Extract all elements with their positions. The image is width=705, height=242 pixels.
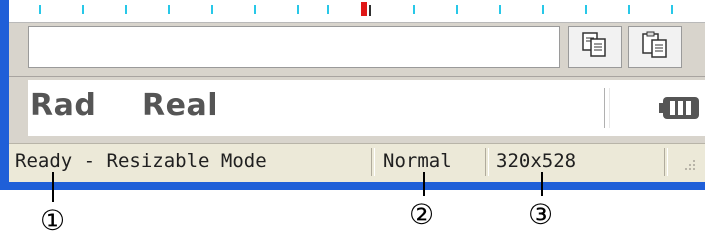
- number-mode-indicator: Real: [142, 88, 218, 123]
- status-bar: Ready - Resizable Mode Normal 320x528: [9, 143, 705, 182]
- callout-leader-1: [52, 172, 54, 202]
- copy-icon: [580, 30, 610, 64]
- status-size-mode: Normal: [383, 150, 452, 172]
- history-ruler: [9, 0, 705, 23]
- callout-leader-2: [423, 172, 425, 196]
- ruler-tick: [456, 5, 458, 14]
- copy-button[interactable]: [568, 26, 622, 68]
- status-separator: [485, 148, 489, 176]
- cursor-position-marker: [361, 2, 367, 16]
- callout-3: ③: [528, 198, 554, 231]
- ruler-tick: [39, 5, 41, 14]
- input-row: [28, 26, 705, 68]
- ruler-tick: [585, 5, 587, 14]
- ruler-tick: [327, 5, 329, 14]
- callout-leader-3: [541, 172, 543, 196]
- ruler-tick: [413, 5, 415, 14]
- callout-1: ①: [40, 204, 66, 237]
- battery-icon: [658, 94, 702, 122]
- paste-icon: [640, 30, 670, 64]
- ruler-tick: [82, 5, 84, 14]
- application-window: Rad Real Ready - Resizable Mode Normal 3…: [0, 0, 705, 190]
- ruler-tick: [168, 5, 170, 14]
- paste-button[interactable]: [628, 26, 682, 68]
- ruler-tick: [125, 5, 127, 14]
- angle-mode-indicator: Rad: [30, 88, 97, 123]
- status-message: Ready - Resizable Mode: [15, 150, 267, 172]
- ruler-tick: [542, 5, 544, 14]
- divider: [9, 76, 705, 77]
- window-frame-bottom: [0, 182, 705, 190]
- window-frame-left: [0, 0, 9, 190]
- ruler-tick: [254, 5, 256, 14]
- callout-2: ②: [409, 198, 435, 231]
- ruler-tick: [297, 5, 299, 14]
- status-dimensions: 320x528: [496, 150, 577, 172]
- mode-divider: [604, 88, 610, 128]
- ruler-tick: [671, 5, 673, 14]
- cursor-caret: [369, 5, 371, 16]
- resize-grip-icon[interactable]: [679, 156, 699, 176]
- expression-input[interactable]: [28, 26, 560, 68]
- ruler-tick: [211, 5, 213, 14]
- status-separator: [664, 148, 668, 176]
- status-separator: [371, 148, 375, 176]
- mode-indicator-bar: Rad Real: [28, 80, 705, 136]
- ruler-tick: [628, 5, 630, 14]
- ruler-tick: [499, 5, 501, 14]
